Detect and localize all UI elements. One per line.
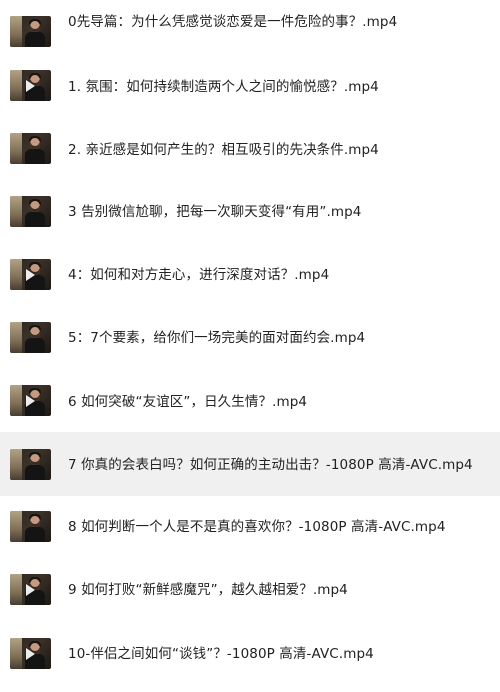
file-row[interactable]: 5：7个要素，给你们一场完美的面对面约会.mp4: [0, 306, 500, 370]
video-thumbnail-icon: [10, 133, 51, 164]
file-name: 5：7个要素，给你们一场完美的面对面约会.mp4: [68, 330, 366, 346]
file-name: 7 你真的会表白吗？如何正确的主动出击？-1080P 高清-AVC.mp4: [68, 457, 473, 473]
file-row[interactable]: 9 如何打败“新鲜感魔咒”，越久越相爱？.mp4: [0, 558, 500, 622]
file-list: 0先导篇：为什么凭感觉谈恋爱是一件危险的事？.mp4 1. 氛围：如何持续制造两…: [0, 0, 500, 692]
file-row[interactable]: 10-伴侣之间如何“谈钱”？-1080P 高清-AVC.mp4: [0, 621, 500, 685]
file-name: 3 告别微信尬聊，把每一次聊天变得“有用”.mp4: [68, 204, 362, 220]
video-thumbnail-icon: [10, 511, 51, 542]
video-thumbnail-icon: [10, 16, 51, 47]
file-name: 4：如何和对方走心，进行深度对话？.mp4: [68, 267, 330, 283]
video-thumbnail-icon: [10, 385, 51, 416]
file-row[interactable]: 0先导篇：为什么凭感觉谈恋爱是一件危险的事？.mp4: [0, 0, 500, 54]
file-name: 6 如何突破“友谊区”，日久生情？.mp4: [68, 394, 308, 410]
video-thumbnail-icon: [10, 449, 51, 480]
file-name: 1. 氛围：如何持续制造两个人之间的愉悦感？.mp4: [68, 79, 379, 95]
file-row[interactable]: 1. 氛围：如何持续制造两个人之间的愉悦感？.mp4: [0, 54, 500, 118]
file-row[interactable]: 2. 亲近感是如何产生的？相互吸引的先决条件.mp4: [0, 117, 500, 181]
file-row-selected[interactable]: 7 你真的会表白吗？如何正确的主动出击？-1080P 高清-AVC.mp4: [0, 432, 500, 496]
video-thumbnail-icon: [10, 574, 51, 605]
file-row[interactable]: 6 如何突破“友谊区”，日久生情？.mp4: [0, 369, 500, 433]
video-thumbnail-icon: [10, 259, 51, 290]
file-name: 2. 亲近感是如何产生的？相互吸引的先决条件.mp4: [68, 142, 379, 158]
file-name: 0先导篇：为什么凭感觉谈恋爱是一件危险的事？.mp4: [68, 14, 398, 30]
video-thumbnail-icon: [10, 322, 51, 353]
video-thumbnail-icon: [10, 70, 51, 101]
file-name: 10-伴侣之间如何“谈钱”？-1080P 高清-AVC.mp4: [68, 646, 374, 662]
file-row[interactable]: 8 如何判断一个人是不是真的喜欢你？-1080P 高清-AVC.mp4: [0, 495, 500, 559]
file-row[interactable]: 4：如何和对方走心，进行深度对话？.mp4: [0, 243, 500, 307]
video-thumbnail-icon: [10, 638, 51, 669]
file-name: 8 如何判断一个人是不是真的喜欢你？-1080P 高清-AVC.mp4: [68, 519, 446, 535]
video-thumbnail-icon: [10, 196, 51, 227]
file-name: 9 如何打败“新鲜感魔咒”，越久越相爱？.mp4: [68, 582, 348, 598]
file-row[interactable]: 3 告别微信尬聊，把每一次聊天变得“有用”.mp4: [0, 180, 500, 244]
